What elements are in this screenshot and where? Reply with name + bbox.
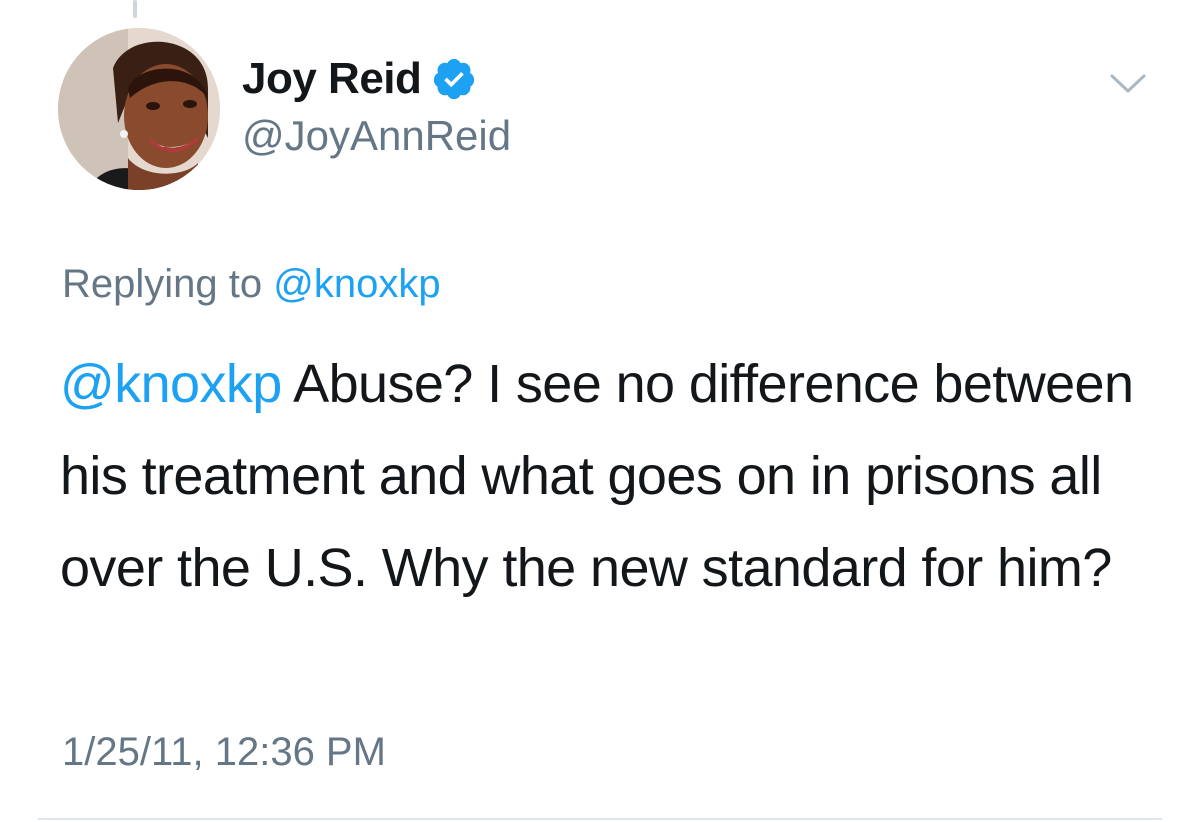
reply-mention-link[interactable]: @knoxkp bbox=[273, 262, 440, 306]
author-name-row: Joy Reid bbox=[242, 52, 477, 106]
tweet-mention-link[interactable]: @knoxkp bbox=[60, 354, 282, 414]
thread-connector-line bbox=[133, 0, 137, 18]
timestamp[interactable]: 1/25/11, 12:36 PM bbox=[62, 730, 386, 775]
author-name[interactable]: Joy Reid bbox=[242, 54, 422, 104]
divider bbox=[38, 818, 1162, 820]
verified-badge-icon bbox=[434, 58, 475, 100]
avatar[interactable] bbox=[58, 28, 220, 190]
chevron-down-icon bbox=[1110, 74, 1146, 93]
reply-context: Replying to @knoxkp bbox=[62, 262, 441, 307]
tweet-detail: Joy Reid @JoyAnnReid Replying to @knoxkp… bbox=[0, 0, 1200, 822]
tweet-text: @knoxkp Abuse? I see no difference betwe… bbox=[60, 338, 1150, 614]
reply-prefix: Replying to bbox=[62, 262, 263, 306]
more-options-button[interactable] bbox=[1106, 66, 1150, 102]
author-handle[interactable]: @JoyAnnReid bbox=[242, 112, 511, 160]
